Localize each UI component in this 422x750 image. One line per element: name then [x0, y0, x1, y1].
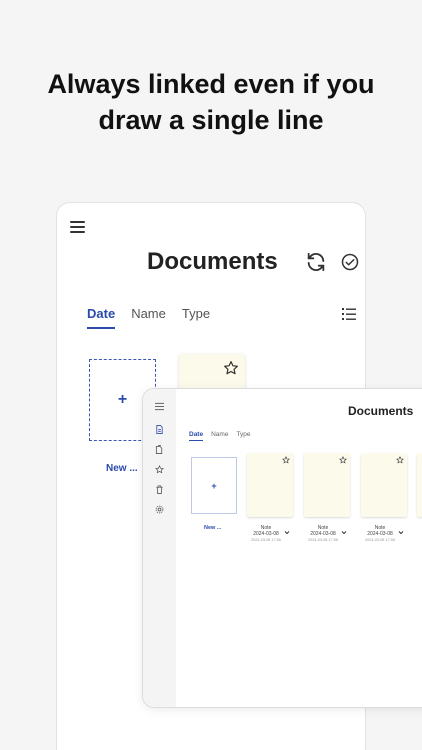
page-title: Documents [147, 248, 278, 275]
plus-icon: + [117, 391, 128, 408]
tab-name[interactable]: Name [131, 306, 166, 329]
tablet-screen: Documents Date Name Type + New ... Note … [142, 388, 422, 708]
note-card[interactable] [304, 453, 350, 517]
note-card[interactable] [361, 453, 407, 517]
sort-tabs: Date Name Type [189, 431, 251, 441]
star-icon[interactable] [223, 360, 239, 376]
page-title: Documents [348, 404, 414, 418]
check-circle-icon[interactable] [341, 253, 359, 271]
headline: Always linked even if you draw a single … [0, 66, 422, 138]
menu-icon[interactable] [155, 402, 164, 411]
plus-icon: + [211, 480, 217, 491]
star-icon[interactable] [339, 456, 347, 464]
star-icon[interactable] [282, 456, 290, 464]
tab-date[interactable]: Date [189, 431, 204, 441]
sidebar [143, 389, 176, 707]
tab-date[interactable]: Date [87, 306, 116, 329]
tab-name[interactable]: Name [211, 431, 228, 441]
settings-icon[interactable] [155, 505, 164, 514]
headline-line-2: draw a single line [98, 105, 324, 135]
tab-type[interactable]: Type [236, 431, 250, 441]
note-meta: Note 2024-03-08 2024-03-08 17:56 [243, 525, 290, 543]
note-time: 2024-03-08 17:56 [365, 538, 395, 542]
note-meta: Note 2024-03-08 2024-03-08 17:56 [300, 525, 347, 543]
note-time: 2024-03-08 17:56 [308, 538, 338, 542]
chevron-down-icon[interactable] [341, 530, 347, 535]
note-time: 2024-03-08 17:56 [251, 538, 281, 542]
headline-line-1: Always linked even if you [47, 69, 375, 99]
note-meta: Note 2024-03-08 2024-03-08 17:56 [357, 525, 404, 543]
menu-icon[interactable] [70, 221, 85, 233]
list-view-icon[interactable] [342, 308, 356, 320]
documents-icon[interactable] [155, 445, 164, 454]
chevron-down-icon[interactable] [398, 530, 404, 535]
sync-icon[interactable] [305, 251, 327, 273]
document-icon[interactable] [155, 425, 164, 434]
new-document-label[interactable]: New ... [204, 525, 221, 531]
star-icon[interactable] [396, 456, 404, 464]
new-document-button[interactable]: + [191, 457, 237, 514]
new-document-label[interactable]: New ... [106, 463, 138, 474]
sort-tabs: Date Name Type [87, 306, 210, 329]
tab-type[interactable]: Type [182, 306, 210, 329]
star-icon[interactable] [155, 465, 164, 474]
note-card[interactable] [247, 453, 293, 517]
chevron-down-icon[interactable] [284, 530, 290, 535]
trash-icon[interactable] [155, 485, 164, 494]
note-card[interactable] [417, 453, 422, 517]
